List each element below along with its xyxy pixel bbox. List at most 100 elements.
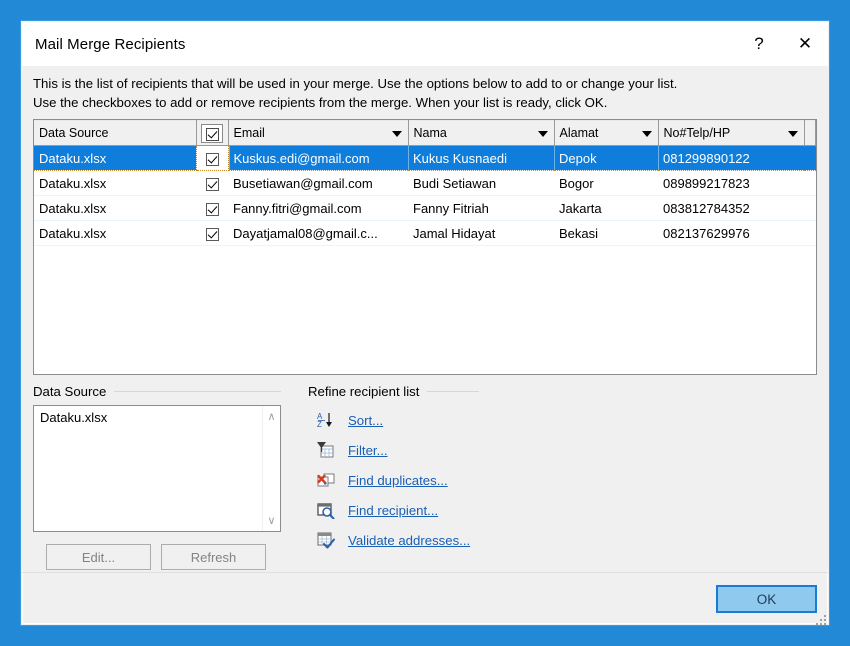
question-mark-icon: ? [754,34,764,53]
dialog-content: This is the list of recipients that will… [22,66,828,570]
titlebar: Mail Merge Recipients ? ✕ [22,22,828,66]
dialog-footer: OK [22,572,828,627]
cell-checkbox[interactable] [196,195,228,221]
refine-link-label[interactable]: Find recipient... [348,503,438,518]
refine-item-filter[interactable]: Filter... [308,435,817,465]
cell-checkbox[interactable] [196,170,228,196]
refine-title: Refine recipient list [308,384,420,399]
column-header-label: Email [233,126,265,140]
cell-telp: 081299890122 [658,145,804,171]
cell-checkbox[interactable] [196,220,228,246]
cell-nama: Budi Setiawan [408,170,554,196]
column-header-data-source[interactable]: Data Source [34,120,197,146]
titlebar-buttons: ? ✕ [736,22,828,66]
lower-panels: Data Source Dataku.xlsx ∧ ∨ Edit... Refr… [33,375,817,570]
chevron-down-icon[interactable] [537,131,548,137]
data-source-group-header: Data Source [33,384,281,405]
cell-filler [804,145,816,171]
column-header-telp[interactable]: No#Telp/HP [658,120,805,146]
list-item[interactable]: Dataku.xlsx [40,410,256,425]
column-header-filler [804,120,816,146]
description-line-2: Use the checkboxes to add or remove reci… [33,95,608,110]
description-line-1: This is the list of recipients that will… [33,76,678,91]
cell-telp: 083812784352 [658,195,804,221]
sort-az-icon: A Z [315,411,337,429]
group-divider-line [427,391,480,392]
cell-filler [804,195,816,221]
scroll-down-icon[interactable]: ∨ [263,512,280,529]
table-row[interactable]: Dataku.xlsx Kuskus.edi@gmail.com Kukus K… [34,145,816,171]
column-header-label: Data Source [39,126,109,140]
cell-data-source: Dataku.xlsx [34,220,196,246]
row-checkbox[interactable] [205,227,219,241]
cell-telp: 089899217823 [658,170,804,196]
row-checkbox[interactable] [205,202,219,216]
help-button[interactable]: ? [736,22,782,66]
cell-email: Fanny.fitri@gmail.com [228,195,408,221]
column-header-label: Alamat [559,126,599,140]
cell-nama: Kukus Kusnaedi [408,145,554,171]
refine-group-header: Refine recipient list [308,384,817,405]
select-all-checkbox-frame[interactable] [201,123,223,143]
row-checkbox[interactable] [205,177,219,191]
refine-item-validate-addresses[interactable]: Validate addresses... [308,525,817,555]
ok-button[interactable]: OK [716,585,817,613]
data-source-panel: Data Source Dataku.xlsx ∧ ∨ Edit... Refr… [33,384,281,570]
recipients-grid[interactable]: Data Source Email Nama Alamat No#Telp/HP… [33,119,817,375]
refine-link-label[interactable]: Find duplicates... [348,473,448,488]
refine-item-find-recipient[interactable]: Find recipient... [308,495,817,525]
refine-item-sort[interactable]: A Z Sort... [308,405,817,435]
group-divider-line [114,391,281,392]
column-header-select-all[interactable] [196,120,229,146]
data-source-buttons: Edit... Refresh [33,532,281,570]
table-row[interactable]: Dataku.xlsx Fanny.fitri@gmail.com Fanny … [34,195,816,221]
data-source-listbox[interactable]: Dataku.xlsx ∧ ∨ [33,405,281,532]
select-all-checkbox[interactable] [205,127,219,141]
dialog-title: Mail Merge Recipients [35,35,186,53]
table-header-row: Data Source Email Nama Alamat No#Telp/HP [34,120,816,146]
svg-text:Z: Z [317,420,322,429]
cell-data-source: Dataku.xlsx [34,145,196,171]
edit-button[interactable]: Edit... [46,544,151,570]
column-header-alamat[interactable]: Alamat [554,120,659,146]
table-row[interactable]: Dataku.xlsx Dayatjamal08@gmail.c... Jama… [34,220,816,246]
cell-alamat: Depok [554,145,658,171]
close-button[interactable]: ✕ [782,22,828,66]
cell-filler [804,170,816,196]
row-checkbox[interactable] [205,152,219,166]
refresh-button[interactable]: Refresh [161,544,266,570]
listbox-scrollbar[interactable]: ∧ ∨ [262,406,280,531]
cell-nama: Fanny Fitriah [408,195,554,221]
table-row[interactable]: Dataku.xlsx Busetiawan@gmail.com Budi Se… [34,170,816,196]
column-header-nama[interactable]: Nama [408,120,555,146]
cell-email: Kuskus.edi@gmail.com [228,145,408,171]
cell-nama: Jamal Hidayat [408,220,554,246]
data-source-list-items: Dataku.xlsx [34,406,262,531]
refine-item-find-duplicates[interactable]: Find duplicates... [308,465,817,495]
find-duplicates-icon [315,471,337,489]
cell-alamat: Jakarta [554,195,658,221]
refine-link-label[interactable]: Validate addresses... [348,533,470,548]
resize-grip-icon[interactable] [812,611,826,625]
filter-funnel-icon [315,441,337,459]
recipients-table: Data Source Email Nama Alamat No#Telp/HP… [34,120,816,246]
cell-data-source: Dataku.xlsx [34,170,196,196]
cell-alamat: Bogor [554,170,658,196]
chevron-down-icon[interactable] [391,131,402,137]
cell-email: Dayatjamal08@gmail.c... [228,220,408,246]
cell-email: Busetiawan@gmail.com [228,170,408,196]
scroll-up-icon[interactable]: ∧ [263,408,280,425]
description-block: This is the list of recipients that will… [33,66,817,119]
chevron-down-icon[interactable] [787,131,798,137]
cell-telp: 082137629976 [658,220,804,246]
dialog-inner: Mail Merge Recipients ? ✕ This is the li… [22,22,828,627]
validate-addresses-check-icon [315,531,337,549]
find-recipient-magnifier-icon [315,501,337,519]
refine-link-label[interactable]: Filter... [348,443,388,458]
cell-alamat: Bekasi [554,220,658,246]
column-header-email[interactable]: Email [228,120,409,146]
table-body: Dataku.xlsx Kuskus.edi@gmail.com Kukus K… [34,145,816,246]
cell-checkbox[interactable] [195,145,229,171]
chevron-down-icon[interactable] [641,131,652,137]
refine-link-label[interactable]: Sort... [348,413,383,428]
